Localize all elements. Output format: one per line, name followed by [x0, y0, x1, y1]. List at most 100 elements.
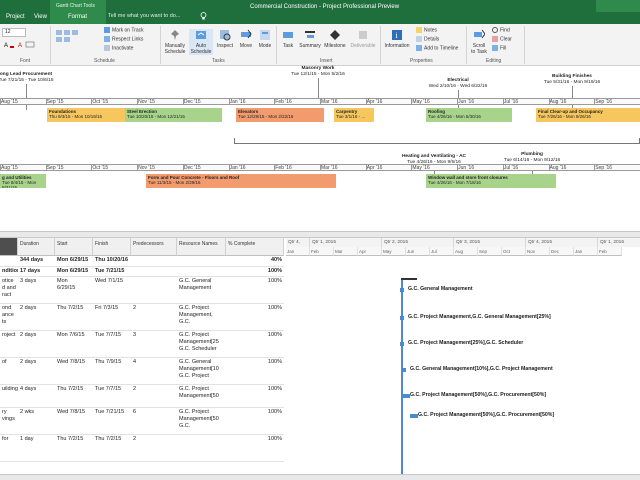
text-format-icons[interactable]: AA — [4, 41, 44, 49]
cell-pred[interactable]: 2 — [131, 385, 177, 394]
move-button[interactable]: Move — [236, 29, 256, 49]
cell-pred[interactable]: 6 — [131, 408, 177, 417]
cell-res[interactable]: G.C. Project Management[50 G.C. — [177, 408, 226, 431]
cell-name[interactable]: uilding — [0, 385, 18, 394]
cell-pct[interactable]: 40% — [226, 256, 284, 265]
cell-duration[interactable]: 3 days — [18, 277, 55, 286]
cell-pred[interactable]: 4 — [131, 358, 177, 367]
cell-pred[interactable] — [131, 277, 177, 279]
table-row[interactable]: ond ance ts 2 days Thu 7/2/15 Fri 7/3/15 2 G.… — [0, 304, 284, 331]
table-row[interactable]: otice d and ract 3 days Mon 6/29/15 Wed 7/1… — [0, 277, 284, 304]
timeline-callout[interactable]: Electrical Wed 2/10/16 - Wed 6/22/16 — [413, 78, 503, 89]
cell-name[interactable]: of — [0, 358, 18, 367]
cell-start[interactable]: Thu 7/2/15 — [55, 304, 93, 313]
cell-duration[interactable]: 2 wks — [18, 408, 55, 417]
task-button[interactable]: Task — [279, 29, 297, 49]
cell-start[interactable]: Wed 7/8/15 — [55, 408, 93, 417]
cell-pct[interactable]: 100% — [226, 331, 284, 340]
table-row[interactable]: ry vings 2 wks Wed 7/8/15 Tue 7/21/15 6 G.C. … — [0, 408, 284, 435]
cell-duration[interactable]: 1 day — [18, 435, 55, 444]
timeline-callout[interactable]: Plumbing Tue 6/14/16 - Mon 9/12/16 — [487, 152, 577, 163]
cell-name[interactable]: ry vings — [0, 408, 18, 424]
tab-project[interactable]: Project — [6, 14, 25, 20]
gantt-task-bar[interactable] — [402, 368, 406, 372]
timeline-task-bar[interactable]: Final Clear-up and Occupancy Tue 7/26/16 … — [536, 108, 640, 122]
column-header-percent-complete[interactable]: % Complete — [226, 238, 284, 256]
cell-name[interactable]: roject — [0, 331, 18, 340]
table-row[interactable]: for 1 day Thu 7/2/15 Thu 7/2/15 2 100% — [0, 435, 284, 462]
cell-start[interactable]: Mon 7/6/15 — [55, 331, 93, 340]
cell-res[interactable] — [177, 256, 226, 258]
summary-button[interactable]: Summary — [298, 29, 322, 49]
table-row[interactable]: uilding 4 days Thu 7/2/15 Tue 7/7/15 2 G.C. P… — [0, 385, 284, 408]
cell-pred[interactable] — [131, 256, 177, 258]
add-to-timeline-button[interactable]: Add to Timeline — [416, 45, 458, 51]
timeline-task-bar[interactable]: Form and Pour Concrete - Floors and Roof… — [146, 174, 336, 188]
tell-me-box[interactable]: Tell me what you want to do... — [108, 13, 180, 19]
cell-start[interactable]: Wed 7/8/15 — [55, 358, 93, 367]
fill-button[interactable]: Fill — [492, 45, 506, 51]
find-button[interactable]: Find — [492, 27, 510, 33]
milestone-button[interactable]: Milestone — [322, 29, 348, 49]
tab-view[interactable]: View — [34, 14, 47, 20]
cell-res[interactable]: G.C. Project Management[25 G.C. Schedule… — [177, 331, 226, 354]
gantt-task-bar[interactable] — [400, 316, 404, 320]
cell-finish[interactable]: Fri 7/3/15 — [93, 304, 131, 313]
timeline-callout[interactable]: Masonry Work Tue 12/1/15 - Mon 5/2/16 — [273, 66, 363, 77]
cell-duration[interactable]: 2 days — [18, 304, 55, 313]
cell-pct[interactable]: 100% — [226, 408, 284, 417]
cell-pred[interactable]: 3 — [131, 331, 177, 340]
cell-pct[interactable]: 100% — [226, 277, 284, 286]
select-all-corner[interactable] — [0, 238, 18, 256]
cell-res[interactable] — [177, 435, 226, 437]
cell-name[interactable]: ond ance ts — [0, 304, 18, 327]
table-row[interactable]: of 2 days Wed 7/8/15 Thu 7/9/15 4 G.C. Genera… — [0, 358, 284, 385]
column-header-predecessors[interactable]: Predecessors — [131, 238, 177, 256]
cell-res[interactable]: G.C. General Management — [177, 277, 226, 293]
cell-duration[interactable]: 344 days — [18, 256, 55, 265]
tab-format[interactable]: Format — [68, 14, 87, 20]
cell-finish[interactable]: Thu 7/2/15 — [93, 435, 131, 444]
cell-pct[interactable]: 100% — [226, 304, 284, 313]
timeline-task-bar[interactable]: Steel Erection Tue 10/20/15 - Mon 12/21/1… — [125, 108, 222, 122]
column-header-finish[interactable]: Finish — [93, 238, 131, 256]
cell-start[interactable]: Thu 7/2/15 — [55, 435, 93, 444]
cell-res[interactable]: G.C. Project Management[50 — [177, 385, 226, 401]
cell-pct[interactable]: 100% — [226, 267, 284, 276]
cell-name[interactable]: for — [0, 435, 18, 444]
cell-res[interactable]: G.C. General Management[10 G.C. Project — [177, 358, 226, 381]
timeline-task-bar[interactable]: Carpentry Tue 3/1/16 - ... — [334, 108, 374, 122]
cell-res[interactable]: G.C. Project Management, G.C. — [177, 304, 226, 327]
column-header-resource-names[interactable]: Resource Names — [177, 238, 226, 256]
timeline-task-bar[interactable]: Window wall and store front closures Tue … — [426, 174, 556, 188]
cell-duration[interactable]: 17 days — [18, 267, 55, 276]
inspect-button[interactable]: Inspect — [215, 29, 235, 49]
cell-pred[interactable]: 2 — [131, 304, 177, 313]
cell-finish[interactable]: Tue 7/7/15 — [93, 331, 131, 340]
cell-finish[interactable]: Thu 7/9/15 — [93, 358, 131, 367]
cell-pct[interactable]: 100% — [226, 385, 284, 394]
cell-pct[interactable]: 100% — [226, 358, 284, 367]
cell-pred[interactable] — [131, 267, 177, 269]
timeline-view[interactable]: ong Lead Procurement Tue 7/21/15 - Tue 10… — [0, 66, 640, 231]
scroll-to-task-button[interactable]: Scroll to Task — [468, 29, 490, 55]
mode-button[interactable]: Mode — [256, 29, 274, 49]
percent-complete-icons[interactable] — [56, 28, 96, 44]
column-header-start[interactable]: Start — [55, 238, 93, 256]
timeline-task-bar[interactable]: Elevators Tue 12/29/15 - Mon 2/22/16 — [236, 108, 324, 122]
cell-duration[interactable]: 4 days — [18, 385, 55, 394]
cell-start[interactable]: Mon 6/29/15 — [55, 277, 93, 293]
gantt-chart[interactable]: Qtr 4, 2014 Qtr 1, 2015Qtr 2, 2015Qtr 3,… — [286, 238, 640, 474]
font-size-combo[interactable]: 12 — [2, 28, 26, 37]
task-grid[interactable]: Duration Start Finish Predecessors Resou… — [0, 238, 284, 474]
cell-name[interactable]: otice d and ract — [0, 277, 18, 300]
timeline-callout[interactable]: ong Lead Procurement Tue 7/21/15 - Tue 10… — [0, 72, 71, 83]
mark-on-track-button[interactable]: Mark on Track — [104, 27, 144, 33]
column-header-duration[interactable]: Duration — [18, 238, 55, 256]
cell-start[interactable]: Thu 7/2/15 — [55, 385, 93, 394]
details-button[interactable]: Details — [416, 36, 439, 42]
cell-duration[interactable]: 2 days — [18, 358, 55, 367]
table-row[interactable]: 344 days Mon 6/29/15 Thu 10/20/16 40% — [0, 256, 284, 267]
cell-start[interactable]: Mon 6/29/15 — [55, 256, 93, 265]
cell-finish[interactable]: Thu 10/20/16 — [93, 256, 131, 265]
